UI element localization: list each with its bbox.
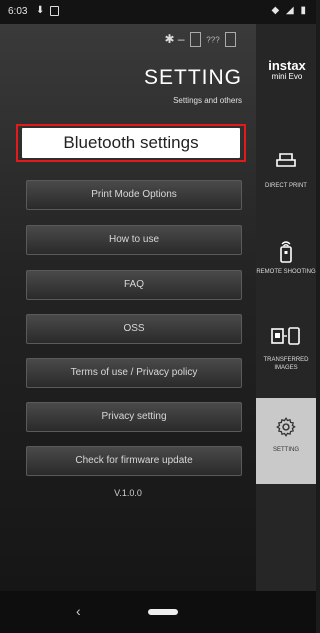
download-icon: ⬇ xyxy=(36,5,45,16)
status-time: 6:03 xyxy=(8,6,28,17)
page-subtitle: Settings and others xyxy=(173,96,242,105)
navigation-bar: ‹ xyxy=(0,591,316,633)
device-status: ✱ – ??? xyxy=(164,32,238,48)
camera-device-icon xyxy=(225,32,236,48)
status-bar: 6:03 ⬇ ◆ ◢ ▮ xyxy=(0,0,316,24)
oss-button[interactable]: OSS xyxy=(26,314,242,344)
settings-panel: ✱ – ??? SETTING Settings and others Blue… xyxy=(0,24,256,591)
sidebar-item-setting[interactable]: SETTING xyxy=(256,398,316,484)
terms-privacy-button[interactable]: Terms of use / Privacy policy xyxy=(26,358,242,388)
sidebar-item-remote-shooting[interactable]: REMOTE SHOOTING xyxy=(256,220,316,306)
sidebar-item-label: REMOTE SHOOTING xyxy=(256,269,316,275)
remote-icon xyxy=(256,238,316,264)
device-status-text: ??? xyxy=(206,35,220,45)
printer-device-icon xyxy=(189,32,201,48)
sidebar-item-transferred-images[interactable]: TRANSFERRED IMAGES xyxy=(256,308,316,394)
page-title: SETTING xyxy=(143,66,242,89)
firmware-update-button[interactable]: Check for firmware update xyxy=(26,446,242,476)
how-to-use-button[interactable]: How to use xyxy=(26,225,242,255)
print-mode-options-button[interactable]: Print Mode Options xyxy=(26,180,242,210)
home-pill[interactable] xyxy=(148,609,178,615)
privacy-setting-button[interactable]: Privacy setting xyxy=(26,402,242,432)
bluetooth-settings-button[interactable]: Bluetooth settings xyxy=(22,128,240,158)
faq-button[interactable]: FAQ xyxy=(26,270,242,300)
sidebar-item-label: TRANSFERRED IMAGES xyxy=(263,357,309,371)
printer-icon xyxy=(256,152,316,178)
sidebar-item-label: SETTING xyxy=(272,447,299,453)
version-label: V.1.0.0 xyxy=(114,488,142,498)
transfer-icon xyxy=(256,326,316,352)
instax-logo: instax mini Evo xyxy=(268,58,306,81)
sidebar-item-label: DIRECT PRINT xyxy=(265,183,307,189)
sidebar-item-direct-print[interactable]: DIRECT PRINT xyxy=(256,134,316,220)
gear-icon xyxy=(256,416,316,442)
status-icons: ◆ ◢ ▮ xyxy=(271,5,308,16)
back-icon[interactable]: ‹ xyxy=(76,603,81,619)
notification-icon xyxy=(50,6,59,16)
bluetooth-icon: ✱ xyxy=(164,32,175,46)
